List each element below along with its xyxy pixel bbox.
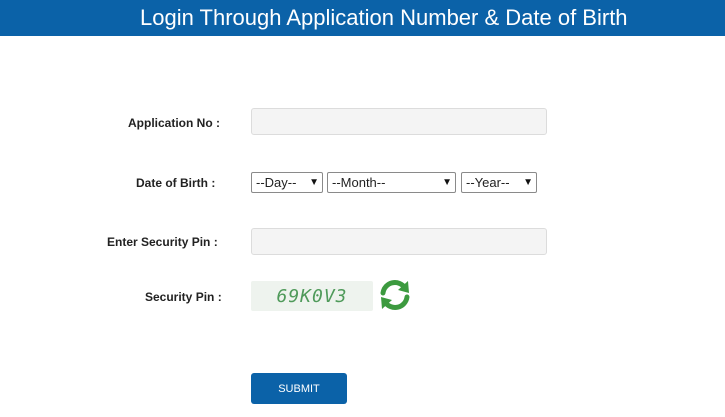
enter-security-pin-label: Enter Security Pin : (107, 235, 218, 249)
day-select[interactable]: --Day-- ▼ (251, 172, 323, 193)
day-select-value: --Day-- (256, 175, 297, 190)
year-select[interactable]: --Year-- ▼ (461, 172, 537, 193)
refresh-icon[interactable] (377, 277, 413, 313)
captcha-image: 69K0V3 (251, 281, 373, 311)
page-header: Login Through Application Number & Date … (0, 0, 725, 36)
chevron-down-icon: ▼ (309, 177, 319, 188)
page-title: Login Through Application Number & Date … (140, 5, 628, 30)
month-select[interactable]: --Month-- ▼ (327, 172, 456, 193)
submit-button[interactable]: SUBMIT (251, 373, 347, 404)
month-select-value: --Month-- (332, 175, 386, 190)
chevron-down-icon: ▼ (442, 177, 452, 188)
security-pin-input[interactable] (251, 228, 547, 255)
chevron-down-icon: ▼ (523, 177, 533, 188)
application-no-input[interactable] (251, 108, 547, 135)
application-no-label: Application No : (128, 116, 220, 130)
captcha-text: 69K0V3 (276, 285, 348, 307)
year-select-value: --Year-- (466, 175, 510, 190)
dob-label: Date of Birth : (136, 176, 216, 190)
security-pin-label: Security Pin : (145, 290, 222, 304)
